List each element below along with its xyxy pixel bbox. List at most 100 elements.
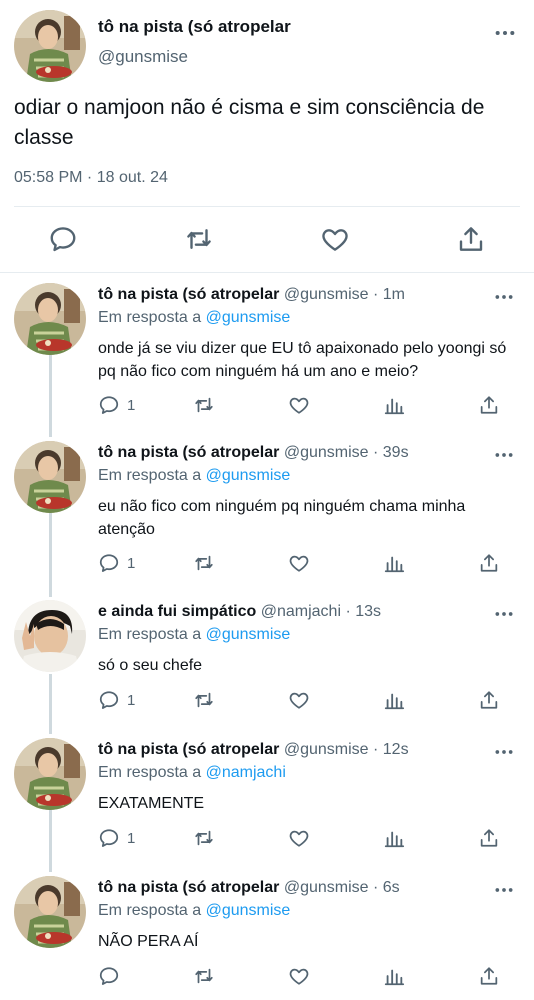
- avatar[interactable]: [14, 10, 86, 82]
- avatar[interactable]: [14, 283, 86, 355]
- retweet-button[interactable]: [184, 224, 214, 254]
- author-name[interactable]: tô na pista (só atropelar: [98, 17, 291, 37]
- heart-icon: [288, 552, 310, 574]
- like-button[interactable]: [288, 965, 310, 987]
- avatar[interactable]: [14, 876, 86, 948]
- share-button[interactable]: [478, 689, 500, 711]
- analytics-button[interactable]: [383, 827, 405, 849]
- tweet-age: 39s: [382, 444, 409, 461]
- analytics-button[interactable]: [383, 394, 405, 416]
- author-name[interactable]: e ainda fui simpático: [98, 603, 256, 620]
- reply-prefix: Em resposta a: [98, 309, 202, 326]
- bar-chart-icon: [383, 827, 405, 849]
- author-handle[interactable]: @gunsmise: [98, 47, 188, 67]
- more-dots-icon[interactable]: [494, 291, 514, 303]
- retweet-button[interactable]: [193, 689, 215, 711]
- tweet-time: 05:58 PM: [14, 169, 83, 186]
- reply-button[interactable]: 1: [98, 394, 135, 416]
- author-name[interactable]: tô na pista (só atropelar: [98, 741, 279, 758]
- avatar[interactable]: [14, 738, 86, 810]
- like-button[interactable]: [320, 224, 350, 254]
- divider: [14, 206, 520, 207]
- tweet-text: NÃO PERA AÍ: [98, 933, 199, 950]
- reply-tweet[interactable]: tô na pista (só atropelar @gunsmise · 1m…: [0, 283, 534, 433]
- analytics-button[interactable]: [383, 689, 405, 711]
- share-button[interactable]: [478, 827, 500, 849]
- reply-context: Em resposta a @gunsmise: [98, 902, 290, 920]
- reply-count: 1: [127, 829, 136, 847]
- retweet-button[interactable]: [193, 827, 215, 849]
- bar-chart-icon: [383, 965, 405, 987]
- retweet-button[interactable]: [193, 965, 215, 987]
- speech-bubble-icon: [98, 552, 120, 574]
- author-name[interactable]: tô na pista (só atropelar: [98, 444, 279, 461]
- tweet-age: 12s: [382, 741, 409, 758]
- heart-icon: [288, 827, 310, 849]
- author-name[interactable]: tô na pista (só atropelar: [98, 879, 279, 896]
- share-button[interactable]: [478, 965, 500, 987]
- like-button[interactable]: [288, 552, 310, 574]
- tweet-text: odiar o namjoon não é cisma e sim consci…: [14, 96, 485, 149]
- reply-tweet[interactable]: e ainda fui simpático @namjachi · 13s Em…: [0, 600, 534, 730]
- retweet-button[interactable]: [193, 394, 215, 416]
- reply-count: 1: [127, 396, 136, 414]
- heart-icon: [288, 689, 310, 711]
- author-name[interactable]: tô na pista (só atropelar: [98, 286, 279, 303]
- reply-header: tô na pista (só atropelar @gunsmise · 1m: [98, 286, 405, 303]
- reply-header: tô na pista (só atropelar @gunsmise · 6s: [98, 879, 400, 896]
- like-button[interactable]: [288, 394, 310, 416]
- author-handle[interactable]: @namjachi: [261, 603, 341, 620]
- more-dots-icon[interactable]: [494, 449, 514, 461]
- reply-to-link[interactable]: @gunsmise: [206, 309, 291, 326]
- reply-to-link[interactable]: @namjachi: [206, 764, 286, 781]
- reply-prefix: Em resposta a: [98, 467, 202, 484]
- more-dots-icon[interactable]: [494, 26, 516, 40]
- speech-bubble-icon: [98, 689, 120, 711]
- share-upload-icon: [478, 552, 500, 574]
- retweet-icon: [193, 827, 215, 849]
- reply-context: Em resposta a @gunsmise: [98, 467, 290, 485]
- reply-button[interactable]: 1: [98, 552, 135, 574]
- share-button[interactable]: [478, 552, 500, 574]
- more-dots-icon[interactable]: [494, 746, 514, 758]
- speech-bubble-icon: [98, 394, 120, 416]
- more-dots-icon[interactable]: [494, 884, 514, 896]
- heart-icon: [288, 965, 310, 987]
- share-upload-icon: [478, 827, 500, 849]
- reply-header: tô na pista (só atropelar @gunsmise · 39…: [98, 444, 409, 461]
- reply-prefix: Em resposta a: [98, 764, 202, 781]
- retweet-icon: [193, 689, 215, 711]
- author-handle[interactable]: @gunsmise: [284, 879, 369, 896]
- analytics-button[interactable]: [383, 965, 405, 987]
- reply-to-link[interactable]: @gunsmise: [206, 902, 291, 919]
- reply-tweet[interactable]: tô na pista (só atropelar @gunsmise · 6s…: [0, 876, 534, 1000]
- reply-button[interactable]: 1: [98, 827, 135, 849]
- analytics-button[interactable]: [383, 552, 405, 574]
- reply-button[interactable]: [48, 224, 78, 254]
- author-handle[interactable]: @gunsmise: [284, 444, 369, 461]
- bar-chart-icon: [383, 394, 405, 416]
- tweet-age: 1m: [382, 286, 405, 303]
- tweet-timestamp[interactable]: 05:58 PM · 18 out. 24: [14, 169, 168, 187]
- reply-to-link[interactable]: @gunsmise: [206, 626, 291, 643]
- reply-tweet[interactable]: tô na pista (só atropelar @gunsmise · 39…: [0, 441, 534, 591]
- share-button[interactable]: [456, 224, 486, 254]
- retweet-button[interactable]: [193, 552, 215, 574]
- reply-tweet[interactable]: tô na pista (só atropelar @gunsmise · 12…: [0, 738, 534, 868]
- avatar[interactable]: [14, 441, 86, 513]
- reply-to-link[interactable]: @gunsmise: [206, 467, 291, 484]
- author-handle[interactable]: @gunsmise: [284, 741, 369, 758]
- tweet-text: eu não fico com ninguém pq ninguém chama…: [98, 498, 466, 538]
- reply-button[interactable]: 1: [98, 689, 135, 711]
- share-upload-icon: [478, 394, 500, 416]
- avatar[interactable]: [14, 600, 86, 672]
- share-button[interactable]: [478, 394, 500, 416]
- reply-prefix: Em resposta a: [98, 626, 202, 643]
- reply-button[interactable]: [98, 965, 127, 987]
- more-dots-icon[interactable]: [494, 608, 514, 620]
- retweet-icon: [193, 965, 215, 987]
- author-handle[interactable]: @gunsmise: [284, 286, 369, 303]
- like-button[interactable]: [288, 689, 310, 711]
- share-upload-icon: [478, 689, 500, 711]
- like-button[interactable]: [288, 827, 310, 849]
